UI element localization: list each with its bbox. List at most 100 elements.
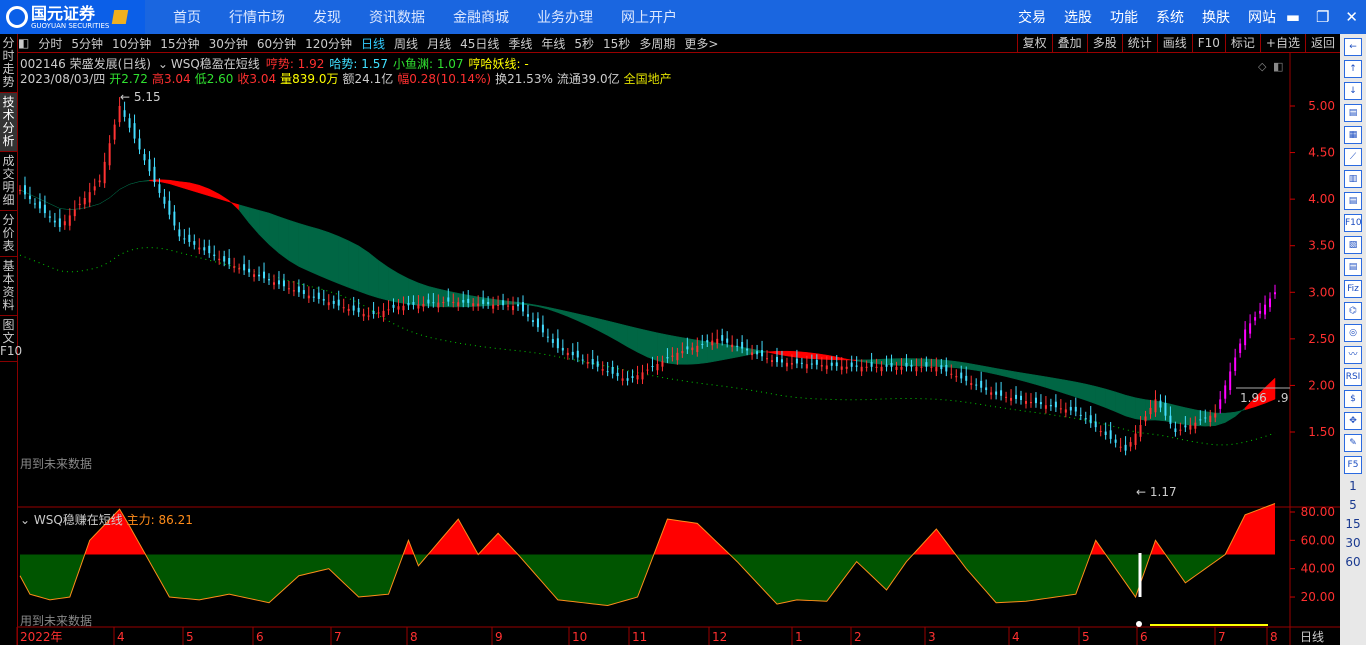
nav-item[interactable]: 金融商城 bbox=[453, 7, 509, 27]
top-menu-item[interactable]: 换肤 bbox=[1202, 7, 1230, 27]
restore-icon[interactable]: ❐ bbox=[1316, 8, 1329, 26]
ribbon-segment bbox=[1224, 411, 1236, 423]
sidebar-tool-icon[interactable]: ✎ bbox=[1344, 434, 1362, 452]
period-tab[interactable]: 多周期 bbox=[639, 35, 675, 52]
sidebar-tool-icon[interactable]: ↓ bbox=[1344, 82, 1362, 100]
sidebar-tool-icon[interactable]: ▧ bbox=[1344, 236, 1362, 254]
period-tab[interactable]: 60分钟 bbox=[257, 35, 296, 52]
sidebar-tool-icon[interactable]: ↑ bbox=[1344, 60, 1362, 78]
indicator-dropdown-icon[interactable]: ⌄ bbox=[154, 57, 168, 71]
sidebar-tool-icon[interactable]: Fiz bbox=[1344, 280, 1362, 298]
nav-item[interactable]: 业务办理 bbox=[537, 7, 593, 27]
left-tab[interactable]: 基本资料 bbox=[0, 257, 17, 316]
ribbon-segment bbox=[1035, 374, 1047, 388]
left-tab[interactable]: 分时走势 bbox=[0, 34, 17, 93]
toolbar-button[interactable]: F10 bbox=[1191, 34, 1225, 52]
panel-toggle-icon[interactable]: ◧ bbox=[18, 36, 29, 50]
toolbar-button[interactable]: 多股 bbox=[1086, 34, 1122, 52]
sidebar-tool-icon[interactable]: ◎ bbox=[1344, 324, 1362, 342]
top-menu-item[interactable]: 功能 bbox=[1110, 7, 1138, 27]
period-tab[interactable]: 15秒 bbox=[603, 35, 630, 52]
candle-body bbox=[1229, 371, 1232, 391]
panel-icon[interactable]: ◧ bbox=[1273, 60, 1283, 73]
period-tab[interactable]: 更多> bbox=[684, 35, 718, 52]
sidebar-tool-icon[interactable]: ⌬ bbox=[1344, 302, 1362, 320]
minimize-icon[interactable]: ▬ bbox=[1286, 8, 1300, 26]
diamond-icon[interactable]: ◇ bbox=[1258, 60, 1267, 73]
period-tab[interactable]: 周线 bbox=[394, 35, 418, 52]
indicator-name[interactable]: WSQ稳盈在短线 bbox=[171, 57, 260, 71]
toolbar-button[interactable]: 标记 bbox=[1224, 34, 1260, 52]
period-tab[interactable]: 分时 bbox=[38, 35, 62, 52]
left-tab[interactable]: 成交明细 bbox=[0, 152, 17, 211]
nav-item[interactable]: 行情市场 bbox=[229, 7, 285, 27]
period-tab[interactable]: 5分钟 bbox=[71, 35, 103, 52]
sidebar-tool-icon[interactable]: ⟋ bbox=[1344, 148, 1362, 166]
sidebar-tool-icon[interactable]: F10 bbox=[1344, 214, 1362, 232]
toolbar-button[interactable]: +自选 bbox=[1259, 34, 1305, 52]
sidebar-period[interactable]: 60 bbox=[1340, 555, 1366, 569]
top-menu-item[interactable]: 选股 bbox=[1064, 7, 1092, 27]
nav-item[interactable]: 发现 bbox=[313, 7, 341, 27]
toolbar-button[interactable]: 返回 bbox=[1304, 34, 1340, 52]
candle-body bbox=[716, 338, 719, 344]
candle-body bbox=[1259, 310, 1262, 314]
candle-body bbox=[566, 352, 569, 356]
toolbar-button[interactable]: 叠加 bbox=[1051, 34, 1087, 52]
top-menu-item[interactable]: 交易 bbox=[1018, 7, 1046, 27]
candle-body bbox=[78, 203, 81, 205]
sidebar-tool-icon[interactable]: ▥ bbox=[1344, 170, 1362, 188]
period-tab[interactable]: 120分钟 bbox=[305, 35, 352, 52]
top-menu-item[interactable]: 网站 bbox=[1248, 7, 1276, 27]
sub-indicator-title[interactable]: WSQ稳赚在短线 bbox=[34, 513, 123, 527]
left-tab[interactable]: 图文F10 bbox=[0, 316, 22, 362]
left-tab[interactable]: 分价表 bbox=[0, 211, 17, 257]
toolbar-button[interactable]: 复权 bbox=[1016, 34, 1052, 52]
candle-body bbox=[1194, 422, 1197, 429]
period-tab[interactable]: 年线 bbox=[541, 35, 565, 52]
nav-item[interactable]: 首页 bbox=[173, 7, 201, 27]
period-tab[interactable]: 月线 bbox=[427, 35, 451, 52]
period-tab[interactable]: 10分钟 bbox=[112, 35, 151, 52]
logo[interactable]: 国元证券 GUOYUAN SECURITIES bbox=[0, 0, 145, 34]
sidebar-tool-icon[interactable]: ← bbox=[1344, 38, 1362, 56]
period-tab[interactable]: 5秒 bbox=[574, 35, 594, 52]
candle-body bbox=[761, 350, 764, 357]
sidebar-tool-icon[interactable]: ▤ bbox=[1344, 192, 1362, 210]
candle-body bbox=[825, 365, 828, 370]
sub-indicator-dropdown-icon[interactable]: ⌄ bbox=[20, 513, 34, 527]
candle-body bbox=[975, 384, 978, 386]
sidebar-tool-icon[interactable]: ▤ bbox=[1344, 258, 1362, 276]
period-tab[interactable]: 季线 bbox=[508, 35, 532, 52]
sidebar-period[interactable]: 15 bbox=[1340, 517, 1366, 531]
sidebar-tool-icon[interactable]: ✥ bbox=[1344, 412, 1362, 430]
toolbar-button[interactable]: 统计 bbox=[1121, 34, 1157, 52]
period-tab[interactable]: 30分钟 bbox=[209, 35, 248, 52]
period-tab[interactable]: 日线 bbox=[361, 35, 385, 52]
sidebar-period[interactable]: 5 bbox=[1340, 498, 1366, 512]
candle-body bbox=[427, 299, 430, 304]
sidebar-period[interactable]: 1 bbox=[1340, 479, 1366, 493]
nav-item[interactable]: 资讯数据 bbox=[369, 7, 425, 27]
kline-chart[interactable]: 5.00 4.50 4.00 3.50 3.00 2.50 2.00 1.50 80.00 60.… bbox=[0, 0, 1340, 645]
toolbar-button[interactable]: 画线 bbox=[1156, 34, 1192, 52]
month-label: 11 bbox=[632, 630, 647, 644]
ribbon-segment bbox=[109, 189, 120, 198]
left-tab[interactable]: 技术分析 bbox=[0, 93, 17, 152]
candle-body bbox=[1199, 419, 1202, 421]
nav-item[interactable]: 网上开户 bbox=[621, 7, 677, 27]
f5-icon[interactable]: F5 bbox=[1344, 456, 1362, 474]
close-icon[interactable]: ✕ bbox=[1345, 8, 1358, 26]
sidebar-tool-icon[interactable]: ▦ bbox=[1344, 126, 1362, 144]
period-tab[interactable]: 15分钟 bbox=[160, 35, 199, 52]
sidebar-period[interactable]: 30 bbox=[1340, 536, 1366, 550]
sidebar-tool-icon[interactable]: ▤ bbox=[1344, 104, 1362, 122]
sidebar-tool-icon[interactable]: RSI bbox=[1344, 368, 1362, 386]
sidebar-tool-icon[interactable]: $ bbox=[1344, 390, 1362, 408]
ribbon-segment bbox=[358, 245, 369, 296]
top-menu-item[interactable]: 系统 bbox=[1156, 7, 1184, 27]
candle-body bbox=[686, 346, 689, 350]
sidebar-tool-icon[interactable]: 〰 bbox=[1344, 346, 1362, 364]
period-tab[interactable]: 45日线 bbox=[460, 35, 499, 52]
candle-body bbox=[213, 254, 216, 256]
